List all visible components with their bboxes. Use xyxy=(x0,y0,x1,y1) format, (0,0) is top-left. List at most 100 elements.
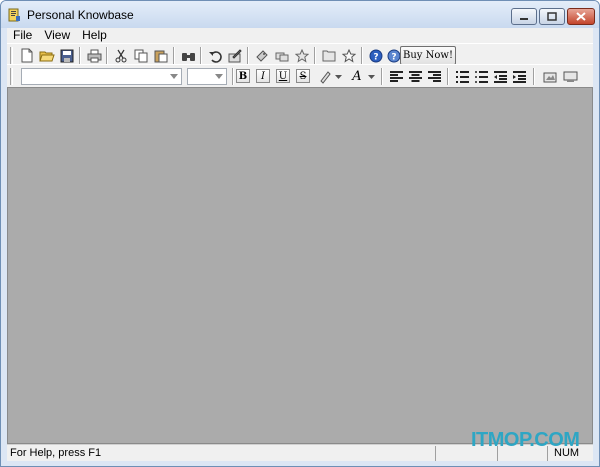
edit-icon xyxy=(228,48,242,62)
app-icon xyxy=(8,8,20,22)
status-pane-divider xyxy=(435,446,436,461)
toolbar-separator xyxy=(381,68,383,85)
paste-icon xyxy=(154,50,168,62)
toolbar-grip[interactable] xyxy=(10,47,13,64)
italic-button[interactable]: I xyxy=(256,69,270,83)
close-icon xyxy=(576,12,586,21)
print-button[interactable] xyxy=(85,47,103,64)
open-folder-icon xyxy=(39,51,55,61)
star-button[interactable] xyxy=(293,47,311,64)
folder-icon xyxy=(322,50,336,62)
favorite-star-icon xyxy=(342,48,356,63)
star-icon xyxy=(295,48,309,63)
help-icon: ? xyxy=(369,49,383,62)
menu-view[interactable]: View xyxy=(38,28,76,43)
highlight-dropdown[interactable] xyxy=(333,68,343,85)
toolbar-separator xyxy=(200,47,202,64)
align-right-icon xyxy=(427,70,441,82)
paste-button[interactable] xyxy=(152,47,170,64)
menu-help[interactable]: Help xyxy=(76,28,113,43)
outdent-icon xyxy=(493,70,507,83)
menu-bar: File View Help xyxy=(7,28,593,43)
align-left-icon xyxy=(389,70,403,82)
toolbar-grip[interactable] xyxy=(10,68,13,85)
underline-button[interactable]: U xyxy=(276,69,290,83)
open-button[interactable] xyxy=(38,47,56,64)
new-button[interactable] xyxy=(18,47,36,64)
cut-button[interactable] xyxy=(112,47,130,64)
print-icon xyxy=(87,49,101,62)
minimize-button[interactable] xyxy=(511,8,537,25)
align-center-icon xyxy=(408,70,422,82)
highlighter-icon xyxy=(320,70,331,84)
insert-object-button[interactable] xyxy=(561,68,579,85)
folder-button[interactable] xyxy=(320,47,338,64)
font-name-combo[interactable] xyxy=(21,68,182,85)
toolbar-separator xyxy=(79,47,81,64)
toolbar-separator xyxy=(447,68,449,85)
toolbar-separator xyxy=(247,47,249,64)
decrease-indent-button[interactable] xyxy=(491,68,509,85)
toolbar-separator xyxy=(232,68,234,85)
title-bar[interactable]: Personal Knowbase xyxy=(1,1,599,28)
menu-file[interactable]: File xyxy=(7,28,38,43)
strikethrough-button[interactable]: S xyxy=(296,69,310,83)
insert-picture-icon xyxy=(543,72,557,83)
attachments-button[interactable] xyxy=(253,47,271,64)
insert-picture-button[interactable] xyxy=(541,68,559,85)
toolbar-separator xyxy=(173,47,175,64)
svg-text:?: ? xyxy=(373,52,378,62)
toolbar-separator xyxy=(361,47,363,64)
chevron-down-icon[interactable] xyxy=(166,69,181,84)
font-color-dropdown[interactable] xyxy=(366,68,376,85)
document-area[interactable] xyxy=(7,87,593,444)
find-button[interactable] xyxy=(179,47,197,64)
chevron-down-icon xyxy=(367,74,375,79)
highlight-button[interactable] xyxy=(316,68,334,85)
attachments-icon xyxy=(256,49,268,62)
window-title: Personal Knowbase xyxy=(27,8,134,22)
numbered-list-icon xyxy=(455,70,469,83)
numbered-list-button[interactable] xyxy=(453,68,471,85)
chevron-down-icon[interactable] xyxy=(211,69,226,84)
new-document-icon xyxy=(21,48,33,63)
toolbar-separator xyxy=(314,47,316,64)
chevron-down-icon xyxy=(334,74,342,79)
app-window: Personal Knowbase File View Help ? ? Buy… xyxy=(0,0,600,467)
keywords-button[interactable] xyxy=(273,47,291,64)
undo-icon xyxy=(209,50,222,63)
copy-icon xyxy=(134,49,148,62)
insert-object-icon xyxy=(563,71,577,82)
align-center-button[interactable] xyxy=(406,68,424,85)
increase-indent-button[interactable] xyxy=(510,68,528,85)
toolbar-separator xyxy=(106,47,108,64)
maximize-button[interactable] xyxy=(539,8,565,25)
maximize-icon xyxy=(547,12,557,21)
save-button[interactable] xyxy=(58,47,76,64)
favorite-button[interactable] xyxy=(340,47,358,64)
watermark: ITMOP.COM xyxy=(471,429,580,451)
bold-button[interactable]: B xyxy=(236,69,250,83)
align-right-button[interactable] xyxy=(425,68,443,85)
bullet-list-icon xyxy=(474,70,488,83)
cut-icon xyxy=(115,49,127,62)
status-text: For Help, press F1 xyxy=(10,447,102,459)
buy-now-button[interactable]: Buy Now! xyxy=(400,46,456,65)
indent-icon xyxy=(512,70,526,83)
context-help-icon: ? xyxy=(387,49,401,62)
copy-button[interactable] xyxy=(132,47,150,64)
find-icon xyxy=(181,52,195,61)
align-left-button[interactable] xyxy=(387,68,405,85)
bullet-list-button[interactable] xyxy=(472,68,490,85)
format-toolbar: B I U S A xyxy=(7,64,593,88)
help-button[interactable]: ? xyxy=(367,47,385,64)
minimize-icon xyxy=(520,17,528,20)
toolbar-separator xyxy=(533,68,535,85)
svg-text:?: ? xyxy=(391,52,396,62)
keywords-icon xyxy=(275,52,289,61)
edit-button[interactable] xyxy=(226,47,244,64)
close-button[interactable] xyxy=(567,8,595,25)
font-size-combo[interactable] xyxy=(187,68,227,85)
undo-button[interactable] xyxy=(206,47,224,64)
font-color-button[interactable]: A xyxy=(348,68,366,85)
